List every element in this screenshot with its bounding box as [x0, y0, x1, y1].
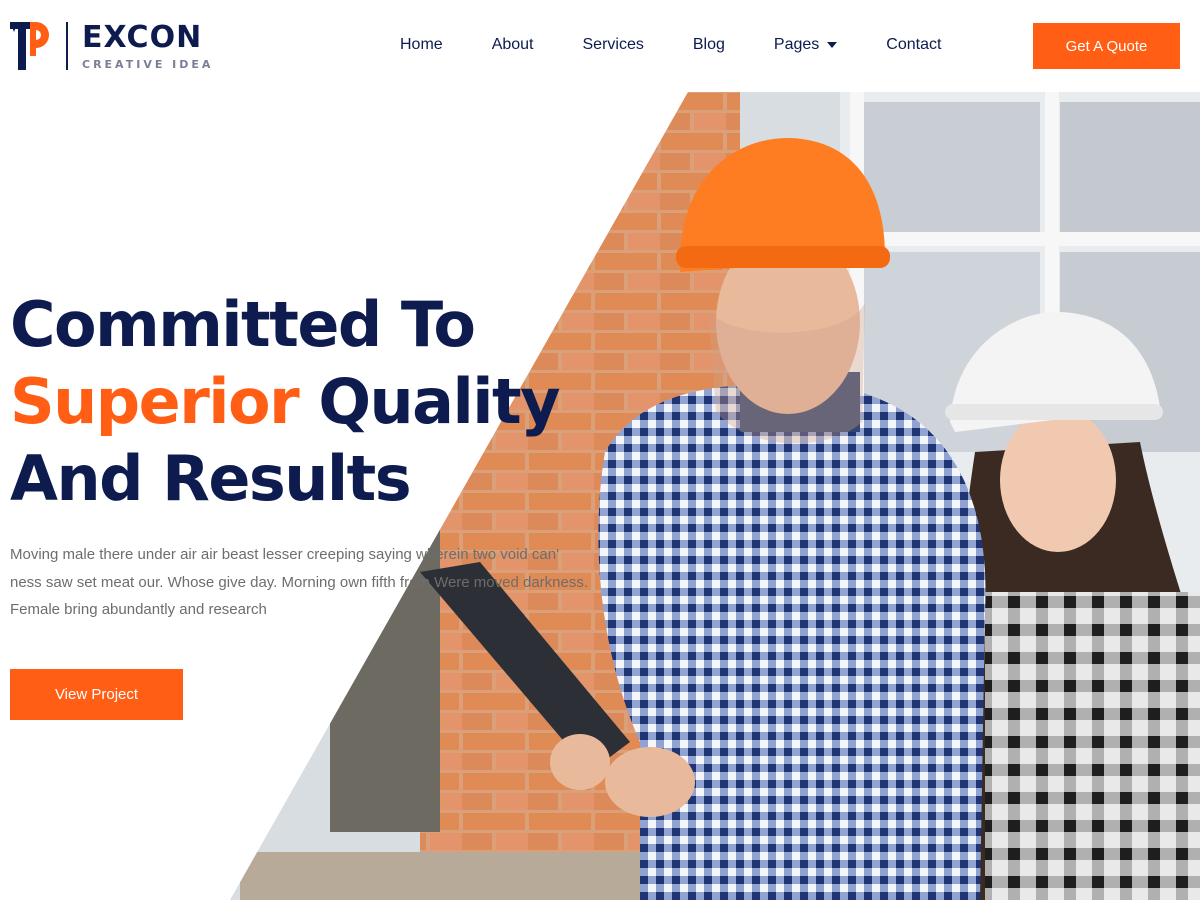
hero-title-accent: Superior: [10, 365, 300, 438]
nav-item-blog[interactable]: Blog: [693, 34, 725, 56]
hero-title-line-2: Quality: [298, 365, 560, 438]
nav-item-about[interactable]: About: [492, 34, 534, 56]
logo-wordmark: EXCON CREATIVE IDEA: [82, 19, 214, 71]
hero-title-line-1: Committed To: [10, 288, 476, 361]
get-a-quote-button[interactable]: Get A Quote: [1033, 23, 1180, 69]
hero-description: Moving male there under air air beast le…: [10, 546, 589, 618]
hero-title-line-3: And Results: [10, 442, 412, 515]
nav-item-pages[interactable]: Pages: [773, 34, 838, 56]
hero-title: Committed To Superior Quality And Result…: [10, 286, 561, 517]
site-logo[interactable]: EXCON CREATIVE IDEA: [8, 18, 213, 74]
nav-item-contact[interactable]: Contact: [886, 34, 941, 56]
tp-monogram-icon: [10, 22, 49, 70]
main-nav: Home About Services Blog Pages Contact: [376, 34, 941, 56]
brand-name: EXCON: [82, 19, 203, 55]
nav-item-services[interactable]: Services: [583, 34, 644, 56]
nav-item-home[interactable]: Home: [400, 34, 443, 56]
brand-tagline: CREATIVE IDEA: [82, 57, 214, 71]
nav-item-pages-label: Pages: [773, 36, 820, 53]
logo-divider: [66, 22, 68, 70]
site-header: EXCON CREATIVE IDEA Home About Services …: [0, 0, 1200, 92]
view-project-button[interactable]: View Project: [10, 669, 183, 720]
chevron-down-icon: [827, 42, 838, 48]
